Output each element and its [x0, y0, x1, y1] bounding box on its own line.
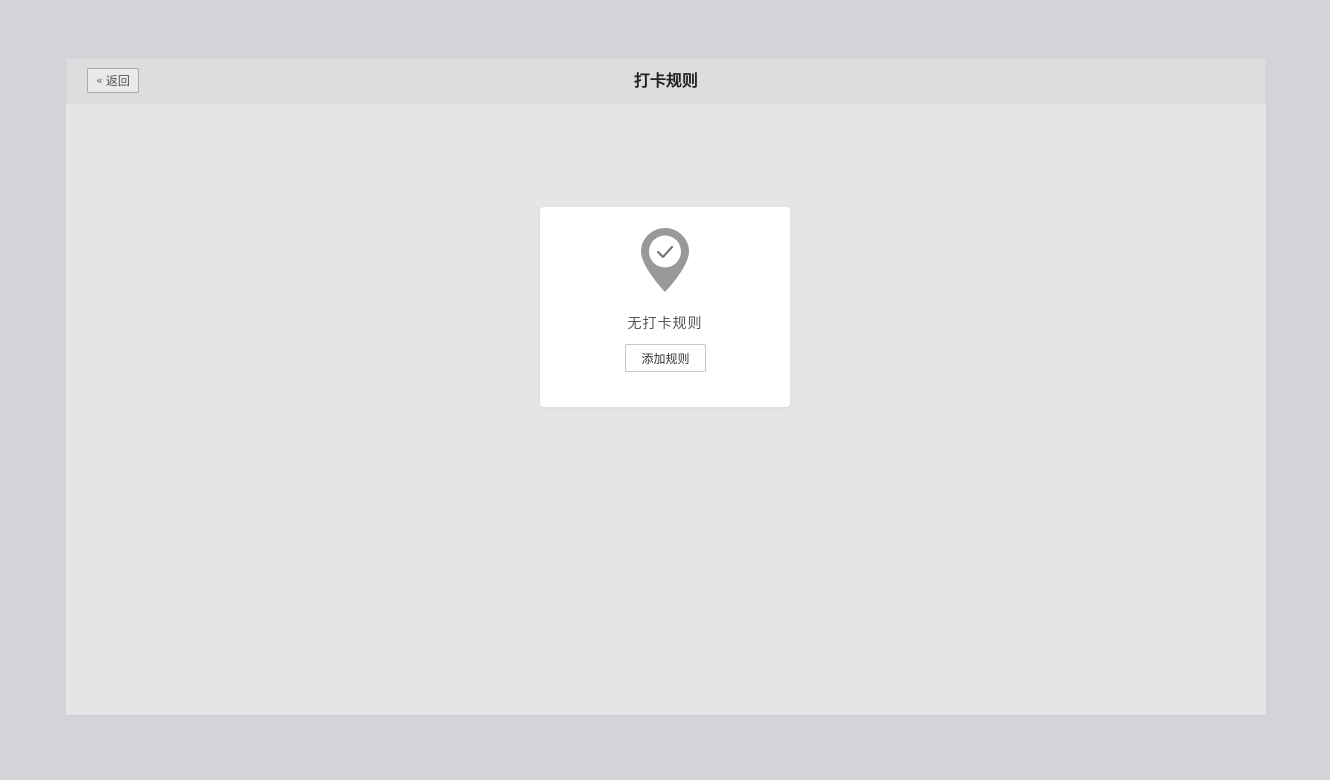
app-window: 打卡规则 « 返回 无打卡规则 添加规则: [66, 58, 1266, 715]
page-title: 打卡规则: [633, 71, 698, 90]
back-button-label: 返回: [105, 74, 130, 88]
location-check-icon: [641, 228, 689, 292]
add-rule-button[interactable]: 添加规则: [625, 344, 706, 372]
empty-state-message: 无打卡规则: [627, 316, 703, 332]
empty-state-card: 无打卡规则 添加规则: [540, 207, 790, 407]
back-button[interactable]: « 返回: [87, 68, 139, 93]
double-chevron-left-icon: «: [96, 74, 103, 87]
page-header: 打卡规则 « 返回: [66, 58, 1266, 104]
